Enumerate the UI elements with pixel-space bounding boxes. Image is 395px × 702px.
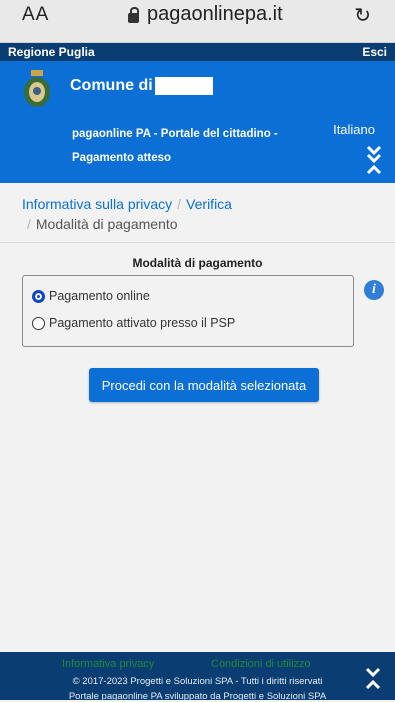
text-size-button[interactable]: AA [22,4,49,26]
breadcrumb-verifica[interactable]: Verifica [186,196,232,212]
option-psp[interactable]: Pagamento attivato presso il PSP [32,316,235,330]
crest-logo [24,70,50,107]
info-icon[interactable]: i [364,280,384,300]
collapse-icon[interactable] [365,143,383,179]
portal-title: pagaonline PA - Portale del cittadino - [72,128,278,140]
section-title: Modalità di pagamento [132,256,263,270]
proceed-button[interactable]: Procedi con la modalità selezionata [89,368,319,402]
redacted-municipality [154,77,213,95]
footer-portal-credit: Portale pagaonline PA sviluppato da Prog… [68,691,327,702]
page-subtitle: Pagamento atteso [72,152,172,164]
url-display[interactable]: pagaonlinepa.it [128,3,283,26]
footer-privacy-link[interactable]: Informativa privacy [62,658,154,670]
language-selector[interactable]: Italiano [333,122,375,137]
footer-copyright: © 2017-2023 Progetti e Soluzioni SPA - T… [72,676,323,687]
comune-name: Comune di [70,77,153,94]
page-header: Comune di pagaonline PA - Portale del ci… [0,61,395,183]
reload-icon[interactable]: ↻ [354,3,371,27]
option-online-label: Pagamento online [49,289,150,303]
radio-psp[interactable] [32,316,45,330]
breadcrumb: Informativa sulla privacy / Verifica / Moda… [22,194,382,234]
option-online[interactable]: Pagamento online [32,289,150,303]
divider [0,242,395,243]
lock-icon [128,6,139,23]
collapse-icon[interactable] [365,666,381,694]
payment-options-box: Pagamento online Pagamento attivato pres… [22,275,354,347]
breadcrumb-separator: / [27,216,31,232]
url-text: pagaonlinepa.it [147,3,283,25]
logout-link[interactable]: Esci [362,45,387,59]
region-label: Regione Puglia [8,45,95,59]
footer-terms-link[interactable]: Condizioni di utilizzo [211,658,311,670]
option-psp-label: Pagamento attivato presso il PSP [49,316,236,330]
breadcrumb-separator: / [177,196,182,212]
radio-online[interactable] [32,289,45,303]
footer: Informativa privacy Condizioni di utiliz… [0,652,395,702]
region-bar: Regione Puglia Esci [0,43,395,61]
browser-address-bar: AA pagaonlinepa.it ↻ [0,0,395,43]
breadcrumb-current: Modalità di pagamento [35,216,178,232]
breadcrumb-privacy[interactable]: Informativa sulla privacy [22,196,172,212]
